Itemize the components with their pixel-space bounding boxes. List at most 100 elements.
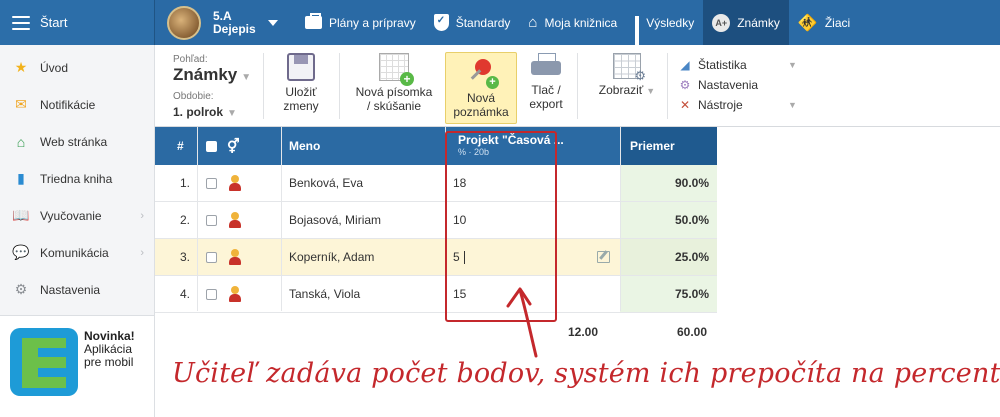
sidebar-item-label: Komunikácia [40, 245, 109, 260]
class-selector[interactable]: 5.A Dejepis [155, 5, 290, 40]
settings-menu[interactable]: ⚙ Nastavenia [677, 75, 797, 95]
score-cell[interactable]: 10 [453, 202, 466, 238]
column-name[interactable]: Meno [289, 127, 320, 165]
chevron-down-icon: ▼ [788, 100, 797, 110]
score-input[interactable]: 5 [453, 239, 465, 275]
display-button[interactable]: ⚙ Zobraziť ▼ [587, 53, 667, 98]
nav-results[interactable]: Výsledky [626, 0, 703, 46]
sidebar-item-triedna-kniha[interactable]: ▮ Triedna kniha [0, 160, 154, 197]
chevron-down-icon: ▼ [646, 86, 656, 96]
nav-label: Výsledky [646, 15, 695, 30]
start-label: Štart [40, 15, 68, 30]
nav-label: Štandardy [455, 15, 511, 30]
nav-grades[interactable]: A+ Známky [703, 0, 789, 45]
nav-label: Známky [737, 15, 780, 30]
table-row[interactable]: 4. Tanská, Viola 15 75.0% [155, 276, 717, 313]
average-cell: 25.0% [620, 239, 717, 275]
mobile-app-promo[interactable]: Novinka! Aplikácia pre mobil [0, 315, 154, 417]
statistics-menu[interactable]: ◢ Štatistika ▼ [677, 55, 797, 75]
view-label: Pohľad: [173, 54, 208, 65]
divider [577, 53, 578, 119]
sidebar-item-notifikacie[interactable]: ✉ Notifikácie [0, 86, 154, 123]
project-total: 12.00 [568, 325, 599, 339]
toolbar-menu: ◢ Štatistika ▼ ⚙ Nastavenia ✕ Nástroje ▼ [677, 55, 797, 115]
gear-icon: ⚙ [14, 281, 28, 297]
student-icon [228, 286, 242, 302]
bar-chart-icon [635, 15, 640, 46]
chevron-down-icon [267, 19, 278, 26]
tools-menu[interactable]: ✕ Nástroje ▼ [677, 95, 797, 115]
row-checkbox[interactable] [206, 288, 217, 300]
divider [667, 53, 668, 119]
row-checkbox[interactable] [206, 251, 217, 263]
table-header: # ⚥ Meno Projekt "Časová ... % · 20b Pri… [155, 127, 717, 165]
average-total: 60.00 [677, 325, 708, 339]
view-value: Známky [173, 65, 238, 84]
shield-icon [433, 14, 449, 31]
sidebar-item-vyucovanie[interactable]: 📖 Vyučovanie › [0, 197, 154, 234]
row-number: 3. [179, 250, 190, 264]
table-row[interactable]: 2. Bojasová, Miriam 10 50.0% [155, 202, 717, 239]
score-cell[interactable]: 15 [453, 276, 466, 312]
sidebar-item-label: Notifikácie [40, 97, 96, 112]
period-selector[interactable]: 1. polrok ▼ [173, 105, 251, 119]
hamburger-icon [12, 15, 30, 30]
print-export-button[interactable]: Tlač / export [523, 53, 569, 111]
nav-label: Moja knižnica [544, 15, 618, 30]
chevron-down-icon: ▼ [241, 72, 252, 83]
toolbar: Pohľad: Známky ▼ Obdobie: 1. polrok ▼ Ulož… [155, 45, 1000, 127]
divider [263, 53, 264, 119]
sidebar-item-komunikacia[interactable]: 💬 Komunikácia › [0, 234, 154, 271]
row-number: 4. [179, 287, 190, 301]
sidebar-item-label: Nastavenia [40, 282, 101, 297]
chevron-right-icon: › [140, 209, 144, 222]
row-number: 1. [179, 176, 190, 190]
sidebar-item-nastavenia[interactable]: ⚙ Nastavenia [0, 271, 154, 308]
row-checkbox[interactable] [206, 177, 217, 189]
select-all-checkbox[interactable] [206, 140, 217, 152]
view-selector[interactable]: Známky ▼ [173, 65, 251, 88]
row-number: 2. [179, 213, 190, 227]
students-icon: 🚸 [797, 14, 818, 32]
nav-plans[interactable]: Plány a prípravy [296, 0, 425, 45]
gears-icon: ⚙ [679, 78, 691, 92]
nav-standards[interactable]: Štandardy [425, 0, 520, 45]
class-name: 5.A [213, 8, 232, 23]
edit-icon[interactable] [597, 251, 610, 263]
chat-icon: 💬 [12, 244, 30, 260]
nav-students[interactable]: 🚸 Žiaci [789, 0, 859, 45]
student-name: Bojasová, Miriam [289, 213, 382, 227]
student-icon [228, 175, 242, 191]
average-cell: 50.0% [620, 202, 717, 238]
gender-icon: ⚥ [227, 137, 240, 154]
tools-icon: ✕ [679, 98, 691, 112]
column-number: # [177, 139, 184, 153]
row-checkbox[interactable] [206, 214, 217, 226]
chevron-down-icon: ▼ [788, 60, 797, 70]
text-cursor [463, 250, 465, 264]
new-test-button[interactable]: + Nová písomka / skúšanie [351, 53, 437, 113]
sidebar-item-uvod[interactable]: ★ Úvod [0, 49, 154, 86]
table-row[interactable]: 3. Koperník, Adam 5 25.0% [155, 239, 717, 276]
save-button[interactable]: Uložiť zmeny [275, 53, 327, 113]
period-value: 1. polrok [173, 105, 224, 119]
envelope-icon: ✉ [15, 96, 27, 112]
new-test-icon: + [379, 53, 414, 86]
start-menu-button[interactable]: Štart [0, 0, 155, 45]
sidebar-item-web[interactable]: ⌂ Web stránka [0, 123, 154, 160]
nav-library[interactable]: ⌂ Moja knižnica [519, 0, 626, 45]
grades-badge-icon: A+ [712, 13, 731, 32]
book-icon: ▮ [17, 170, 25, 186]
new-note-button[interactable]: + Nová poznámka [445, 52, 517, 124]
table-row[interactable]: 1. Benková, Eva 18 90.0% [155, 165, 717, 202]
average-cell: 75.0% [620, 276, 717, 312]
home-icon: ⌂ [16, 133, 26, 150]
nav-label: Žiaci [824, 15, 851, 30]
column-project[interactable]: Projekt "Časová ... % · 20b [458, 127, 608, 165]
sidebar-item-label: Triedna kniha [40, 171, 113, 186]
score-cell[interactable]: 18 [453, 165, 466, 201]
student-name: Koperník, Adam [289, 250, 375, 264]
average-cell: 90.0% [620, 165, 717, 201]
subject-name: Dejepis [213, 21, 256, 36]
chevron-down-icon: ▼ [227, 108, 237, 119]
